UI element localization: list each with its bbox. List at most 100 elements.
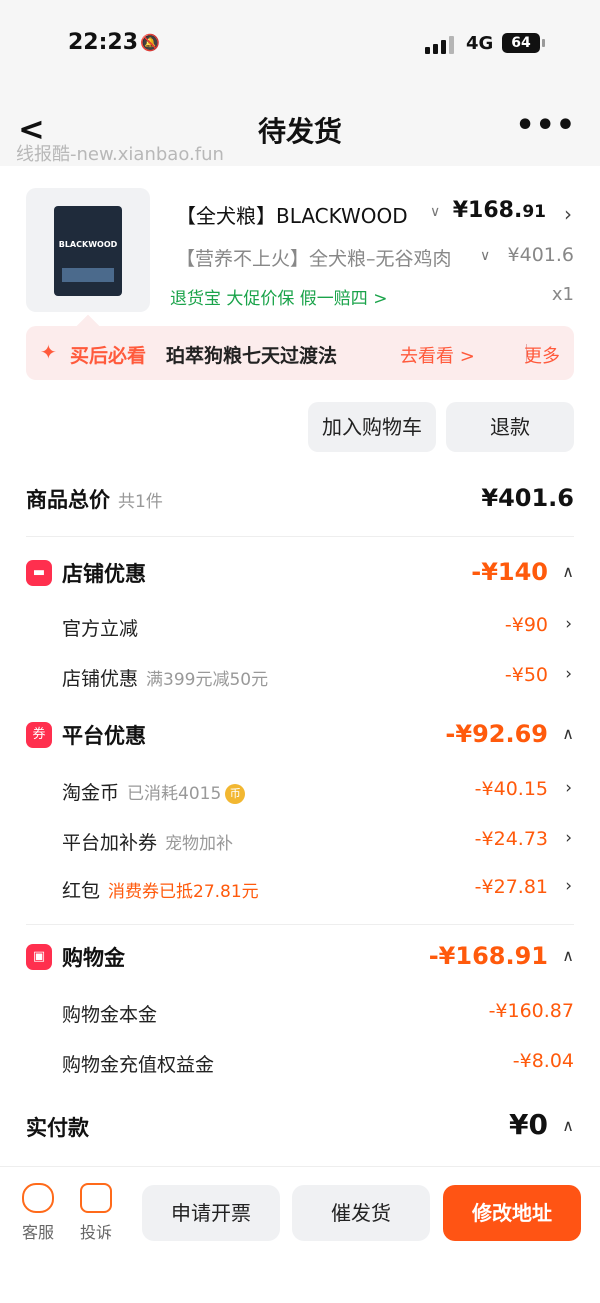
clock: 22:23 <box>68 30 139 55</box>
chevron-right-icon[interactable]: › <box>565 828 572 848</box>
discount-item-label: 店铺优惠 满399元减50元 <box>62 664 268 691</box>
platform-discount-row[interactable]: 券 平台优惠 -¥92.69 ∧ <box>0 720 600 760</box>
discount-item-note: 已消耗4015 <box>127 784 222 804</box>
chevron-right-icon[interactable]: › <box>565 614 572 634</box>
discount-item-label-text: 淘金币 <box>62 782 120 804</box>
status-bar: 22:23 🔕 4G 64 <box>0 0 600 90</box>
bell-muted-icon: 🔕 <box>140 33 160 52</box>
invoice-button[interactable]: 申请开票 <box>142 1185 280 1241</box>
credit-item: 购物金充值权益金 -¥8.04 <box>0 1050 600 1090</box>
discount-item[interactable]: 官方立减 -¥90 › <box>0 614 600 654</box>
paid-amount: ¥0 <box>509 1108 548 1141</box>
product-image[interactable]: BLACKWOOD <box>26 188 150 312</box>
shop-discount-row[interactable]: ▬ 店铺优惠 -¥140 ∧ <box>0 558 600 598</box>
discount-item-note: 消费券已抵27.81元 <box>108 882 259 902</box>
customer-service-label[interactable]: 客服 <box>22 1219 54 1243</box>
tip-text: 珀萃狗粮七天过渡法 <box>166 345 338 367</box>
discount-item-amount: -¥90 <box>504 614 548 636</box>
chevron-down-icon[interactable]: ∨ <box>480 248 490 264</box>
credit-item-label: 购物金本金 <box>62 1004 158 1026</box>
discount-item-amount: -¥40.15 <box>474 778 548 800</box>
product-price: ¥168.91 <box>453 198 546 223</box>
paid-row[interactable]: 实付款 ¥0 ∧ <box>0 1108 600 1152</box>
order-card: BLACKWOOD 【全犬粮】BLACKWOOD ∨ ¥168.91 › 【营养… <box>0 166 600 1166</box>
coin-icon: 币 <box>225 783 246 804</box>
cellular-signal-icon <box>425 36 455 54</box>
dog-food-bag: BLACKWOOD <box>54 206 122 296</box>
watermark: 线报酷-new.xianbao.fun <box>16 144 224 165</box>
product-title[interactable]: 【全犬粮】BLACKWOOD <box>176 200 426 229</box>
shop-icon: ▬ <box>26 560 52 586</box>
complaint-label[interactable]: 投诉 <box>80 1219 112 1243</box>
credit-item: 购物金本金 -¥160.87 <box>0 1000 600 1040</box>
discount-item-label-text: 店铺优惠 <box>62 668 139 690</box>
paid-label: 实付款 <box>26 1116 89 1140</box>
after-purchase-tip[interactable]: ✦ 买后必看 珀萃狗粮七天过渡法 去看看 > 更多 <box>26 326 574 380</box>
discount-item[interactable]: 红包 消费券已抵27.81元 -¥27.81 › <box>0 876 600 916</box>
total-row: 商品总价 共1件 ¥401.6 <box>0 484 600 524</box>
shopping-credit-amount: -¥168.91 <box>428 942 548 970</box>
price-cents: 91 <box>522 202 546 222</box>
quantity: x1 <box>551 284 574 305</box>
shop-discount-amount: -¥140 <box>471 558 548 586</box>
chevron-up-icon[interactable]: ∧ <box>562 724 574 743</box>
more-dots-icon[interactable]: ••• <box>515 108 576 143</box>
price-main: ¥168. <box>452 198 523 223</box>
coupon-icon: 券 <box>26 722 52 748</box>
chevron-right-icon[interactable]: › <box>565 876 572 896</box>
original-price: ¥401.6 <box>507 244 574 266</box>
chevron-up-icon[interactable]: ∧ <box>562 562 574 581</box>
discount-item[interactable]: 平台加补券 宠物加补 -¥24.73 › <box>0 828 600 868</box>
discount-item-amount: -¥24.73 <box>474 828 548 850</box>
discount-item-label: 红包 消费券已抵27.81元 <box>62 876 259 903</box>
total-label-text: 商品总价 <box>26 488 110 512</box>
package-brand: BLACKWOOD <box>58 240 118 249</box>
total-label: 商品总价 共1件 <box>26 484 163 514</box>
battery-icon: 64 <box>502 33 545 53</box>
platform-discount-label: 平台优惠 <box>62 724 146 748</box>
discount-item[interactable]: 店铺优惠 满399元减50元 -¥50 › <box>0 664 600 704</box>
discount-item-label-text: 平台加补券 <box>62 832 158 854</box>
discount-item-label: 平台加补券 宠物加补 <box>62 828 233 855</box>
discount-item-amount: -¥50 <box>504 664 548 686</box>
tip-label: 买后必看 <box>70 345 147 367</box>
wallet-icon: ▣ <box>26 944 52 970</box>
tip-more-link[interactable]: 更多 <box>524 342 560 368</box>
credit-item-amount: -¥160.87 <box>488 1000 574 1022</box>
chevron-up-icon[interactable]: ∧ <box>562 946 574 965</box>
shop-discount-label: 店铺优惠 <box>62 562 146 586</box>
shopping-credit-label: 购物金 <box>62 946 125 970</box>
refund-button[interactable]: 退款 <box>446 402 574 452</box>
complaint-icon[interactable] <box>80 1183 112 1213</box>
customer-service-icon[interactable] <box>22 1183 54 1213</box>
divider <box>26 924 574 925</box>
credit-item-label: 购物金充值权益金 <box>62 1054 215 1076</box>
sparkle-icon: ✦ <box>40 340 57 364</box>
item-count: 共1件 <box>118 492 163 512</box>
chevron-right-icon[interactable]: › <box>564 202 572 226</box>
product-spec[interactable]: 【营养不上火】全犬粮–无谷鸡肉 <box>176 244 476 271</box>
discount-item[interactable]: 淘金币 已消耗4015 币 -¥40.15 › <box>0 778 600 818</box>
chevron-right-icon[interactable]: › <box>565 664 572 684</box>
discount-item-note: 满399元减50元 <box>146 670 269 690</box>
change-address-button[interactable]: 修改地址 <box>443 1185 581 1241</box>
total-amount: ¥401.6 <box>481 484 574 512</box>
chevron-right-icon[interactable]: › <box>565 778 572 798</box>
discount-item-note: 宠物加补 <box>165 834 234 854</box>
chevron-up-icon[interactable]: ∧ <box>562 1116 574 1135</box>
service-tags[interactable]: 退货宝 大促价保 假一赔四 > <box>170 284 387 309</box>
discount-item-label-text: 红包 <box>62 880 101 902</box>
platform-discount-amount: -¥92.69 <box>445 720 548 748</box>
credit-item-amount: -¥8.04 <box>512 1050 574 1072</box>
discount-item-label: 官方立减 <box>62 618 139 640</box>
discount-item-amount: -¥27.81 <box>474 876 548 898</box>
add-to-cart-button[interactable]: 加入购物车 <box>308 402 436 452</box>
shopping-credit-row[interactable]: ▣ 购物金 -¥168.91 ∧ <box>0 942 600 982</box>
network-type: 4G <box>466 33 494 54</box>
bottom-action-bar: 客服 投诉 申请开票 催发货 修改地址 <box>0 1166 600 1303</box>
tip-go-link[interactable]: 去看看 > <box>400 342 475 368</box>
urge-shipping-button[interactable]: 催发货 <box>292 1185 430 1241</box>
divider <box>26 536 574 537</box>
chevron-down-icon[interactable]: ∨ <box>430 204 440 220</box>
discount-item-label: 淘金币 已消耗4015 币 <box>62 778 246 805</box>
